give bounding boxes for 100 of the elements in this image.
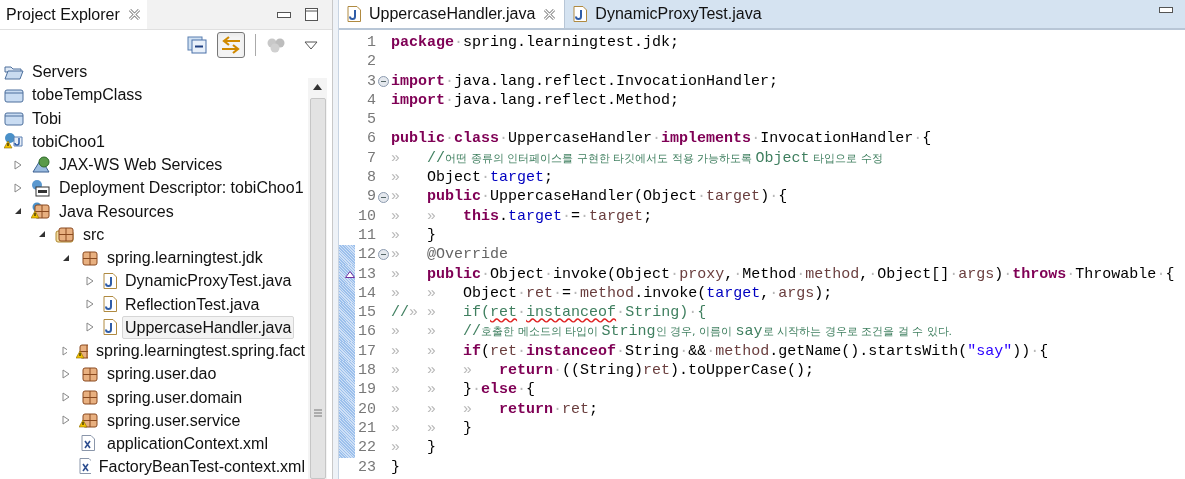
collapsed-arrow-icon[interactable] — [14, 159, 22, 170]
tree-item[interactable]: spring.user.domain — [104, 385, 246, 409]
collapsed-arrow-icon[interactable] — [62, 415, 70, 426]
line-number: 5 — [366, 110, 376, 130]
line-number: 8 — [366, 168, 376, 188]
minimize-icon[interactable] — [277, 11, 291, 18]
close-icon[interactable] — [127, 8, 141, 21]
java-file-icon — [347, 6, 361, 22]
two-arrows-icon — [220, 35, 242, 55]
grip-icon — [313, 409, 322, 417]
tree-item[interactable]: src — [80, 222, 108, 246]
code-line: » » }·else·{ — [391, 380, 536, 400]
line-number: 13 — [357, 264, 376, 284]
code-line: public·class·UppercaseHandler·implements·InvocationHandler·{ — [391, 129, 932, 149]
code-line: » //어떤 종류의 인터페이스를 구현한 타깃에서도 적용 가능하도록 Object 타입으로 수정 — [391, 148, 883, 169]
collapse-all-icon[interactable] — [187, 36, 207, 54]
line-number: 18 — [357, 361, 376, 381]
tree-item[interactable]: Tobi — [29, 106, 65, 130]
code-line: » public·UppercaseHandler(Object·target)·{ — [391, 187, 788, 207]
line-number: 14 — [357, 283, 376, 304]
code-line: //» » if(ret·instanceof·String)·{ — [391, 303, 707, 323]
minimize-icon[interactable] — [1159, 7, 1173, 13]
tree-item[interactable]: UppercaseHandler.java — [122, 315, 295, 339]
line-number: 9 — [366, 187, 376, 207]
source-folder-icon — [55, 225, 75, 244]
collapsed-arrow-icon[interactable] — [14, 182, 22, 193]
resources-icon — [31, 202, 51, 221]
line-number: 15 — [357, 303, 376, 323]
line-number: 21 — [357, 418, 376, 439]
descriptor-icon — [31, 178, 51, 197]
view-menu-icon[interactable] — [304, 40, 318, 50]
scroll-up-icon[interactable] — [313, 84, 322, 90]
collapsed-arrow-icon[interactable] — [62, 392, 70, 403]
code-line: » » //호출한 메소드의 타입이 String인 경우, 이름이 say로 시작하는 경우로 조건을 걸 수 있다. — [391, 322, 953, 342]
code-line: package·spring.learningtest.jdk; — [391, 33, 680, 53]
tree-item[interactable]: spring.learningtest.spring.fact — [93, 339, 308, 363]
tree-item[interactable]: JAX-WS Web Services — [56, 153, 226, 177]
line-number: 1 — [366, 33, 376, 53]
code-line: » public·Object·invoke(Object·proxy,·Method·method,·Object[]·args)·throws·Throwable·{ — [391, 264, 1175, 284]
tree-item[interactable]: DynamicProxyTest.java — [122, 269, 295, 293]
java-file-icon — [103, 296, 117, 313]
project-icon — [4, 132, 24, 151]
code-line: » @Override — [391, 245, 509, 265]
code-line: » » if(ret·instanceof·String·&&·method.getName().startsWith("say"))·{ — [391, 341, 1049, 362]
line-number: 11 — [357, 225, 376, 246]
folder-icon — [4, 109, 24, 128]
line-number: 17 — [357, 341, 376, 362]
collapsed-arrow-icon[interactable] — [86, 299, 94, 310]
close-icon[interactable] — [543, 7, 557, 21]
line-number: 19 — [357, 380, 376, 400]
code-line: » » » return·((String)ret).toUpperCase(); — [391, 361, 815, 381]
tree-item[interactable]: FactoryBeanTest-context.xml — [95, 455, 308, 479]
collapsed-arrow-icon[interactable] — [86, 322, 94, 333]
line-number: 12 — [357, 245, 376, 265]
link-with-editor-button[interactable] — [217, 32, 245, 58]
line-number: 20 — [357, 399, 376, 419]
collapsed-arrow-icon[interactable] — [62, 368, 70, 379]
code-line: » » } — [391, 418, 473, 439]
globe-icon — [31, 155, 51, 174]
java-file-icon — [103, 272, 117, 289]
code-line: » » this.target·=·target; — [391, 206, 653, 226]
override-triangle-icon[interactable] — [345, 270, 355, 278]
collapsed-arrow-icon[interactable] — [62, 345, 67, 356]
maximize-icon[interactable] — [305, 8, 318, 21]
tree-item[interactable]: spring.learningtest.jdk — [104, 246, 266, 270]
code-line: import·java.lang.reflect.InvocationHandler; — [391, 71, 779, 91]
tree-item[interactable]: tobeTempClass — [29, 83, 146, 107]
tree-item[interactable]: ReflectionTest.java — [122, 292, 263, 316]
tree-item[interactable]: Deployment Descriptor: tobiChoo1 — [56, 176, 307, 200]
line-number: 3 — [366, 71, 376, 91]
tree-item[interactable]: tobiChoo1 — [29, 129, 108, 153]
line-number: 4 — [366, 90, 376, 111]
package-icon — [79, 248, 99, 267]
expanded-arrow-icon[interactable] — [14, 207, 22, 216]
tree-item[interactable]: Java Resources — [56, 199, 177, 223]
code-line: import·java.lang.reflect.Method; — [391, 90, 680, 111]
expanded-arrow-icon[interactable] — [62, 253, 70, 262]
code-line: » } — [391, 438, 437, 458]
package-icon — [79, 388, 99, 407]
tree-item[interactable]: spring.user.service — [104, 408, 244, 432]
code-line: » » Object·ret·=·method.invoke(target,·args); — [391, 283, 833, 304]
fold-icon[interactable] — [378, 75, 389, 87]
fold-icon[interactable] — [378, 191, 389, 203]
line-number: 7 — [366, 148, 376, 169]
code-line: } — [391, 457, 400, 477]
line-number: 2 — [366, 52, 376, 72]
package-icon — [79, 364, 99, 383]
editor-tab[interactable]: UppercaseHandler.java — [339, 0, 566, 28]
line-number: 22 — [357, 438, 376, 458]
java-file-icon — [103, 319, 117, 336]
tree-item[interactable]: spring.user.dao — [104, 362, 220, 386]
code-line: » } — [391, 225, 437, 246]
tree-item[interactable]: Servers — [29, 60, 91, 84]
tree-item[interactable]: applicationContext.xml — [104, 432, 271, 456]
view-tab[interactable]: Project Explorer — [0, 0, 147, 29]
collapsed-arrow-icon[interactable] — [86, 275, 94, 286]
java-file-icon — [573, 6, 588, 22]
line-number: 23 — [357, 457, 376, 477]
expanded-arrow-icon[interactable] — [38, 230, 46, 239]
fold-icon[interactable] — [378, 249, 389, 261]
